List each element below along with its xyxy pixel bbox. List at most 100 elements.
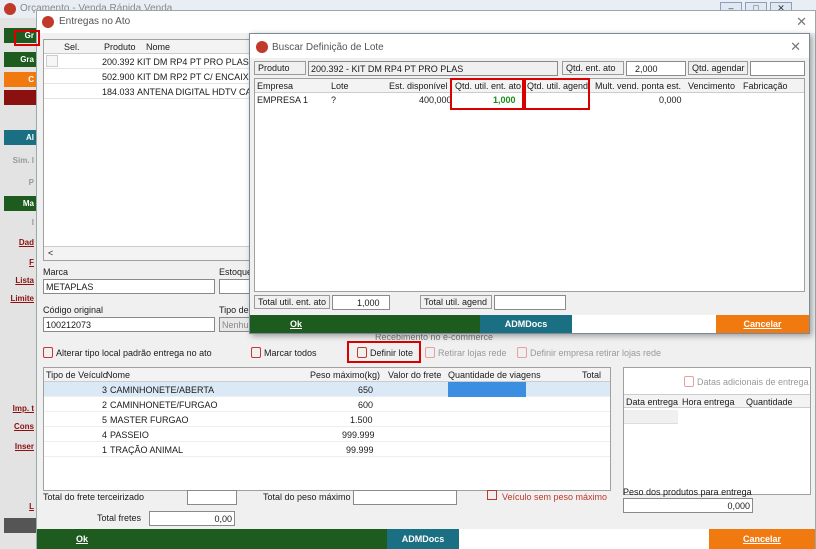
- sidebar-button-al[interactable]: Al: [4, 130, 36, 145]
- product-name: KIT DM RP2 PT C/ ENCAIXE G: [137, 72, 265, 82]
- highlight-gra-button: [14, 30, 40, 46]
- qtd-agendar-label: Qtd. agendar: [688, 61, 748, 75]
- tipo-field[interactable]: Nenhum: [219, 317, 253, 332]
- sidebar-text-sim[interactable]: Sim. I: [0, 156, 36, 165]
- total-agend-label: Total util. agend: [420, 295, 492, 309]
- estoque-field[interactable]: [219, 279, 253, 294]
- column-header-data[interactable]: Data entrega: [626, 397, 678, 407]
- row-checkbox[interactable]: [46, 55, 58, 67]
- sidebar-link-inser[interactable]: Inser: [0, 442, 36, 451]
- table-row[interactable]: 2 CAMINHONETE/FURGAO 600: [44, 397, 610, 412]
- marcar-todos-label: Marcar todos: [264, 348, 317, 358]
- vehicle-peso: 99.999: [346, 445, 374, 455]
- sidebar-button-red[interactable]: [4, 90, 36, 105]
- cancel-button[interactable]: Cancelar: [709, 529, 815, 549]
- sidebar-link-f[interactable]: F: [0, 258, 36, 267]
- vehicle-code: 4: [102, 430, 108, 440]
- column-header-mult[interactable]: Mult. vend. ponta est.: [595, 81, 681, 91]
- column-header-valor[interactable]: Valor do frete: [388, 370, 441, 380]
- peso-produtos-field[interactable]: 0,000: [623, 498, 753, 513]
- app-logo-icon: [256, 41, 268, 53]
- sidebar-link-imp[interactable]: Imp. t: [0, 404, 36, 413]
- column-header-fabricacao[interactable]: Fabricação: [743, 81, 788, 91]
- total-peso-max-field[interactable]: [353, 490, 457, 505]
- column-header-viagens[interactable]: Quantidade de viagens: [448, 370, 541, 380]
- column-header-hora[interactable]: Hora entrega: [682, 397, 735, 407]
- alterar-tipo-label: Alterar tipo local padrão entrega no ato: [56, 348, 212, 358]
- column-header-tipo[interactable]: Tipo de Veículo: [46, 370, 108, 380]
- vehicle-name: MASTER FURGAO: [110, 415, 189, 425]
- table-row[interactable]: 4 PASSEIO 999.999: [44, 427, 610, 442]
- table-row[interactable]: 502.900 KIT DM RP2 PT C/ ENCAIXE G: [44, 69, 264, 84]
- sidebar-text-i[interactable]: I: [0, 218, 36, 227]
- definir-empresa-button[interactable]: Definir empresa retirar lojas rede: [517, 347, 661, 358]
- close-icon[interactable]: ✕: [796, 14, 807, 30]
- qtd-ato-field: 2,000: [626, 61, 686, 76]
- retirar-lojas-label: Retirar lojas rede: [438, 348, 507, 358]
- cancel-button[interactable]: Cancelar: [716, 315, 809, 333]
- buscar-lote-dialog: Buscar Definição de Lote ✕ Produto 200.3…: [249, 33, 810, 334]
- alterar-tipo-button[interactable]: Alterar tipo local padrão entrega no ato: [43, 347, 212, 358]
- column-header-total[interactable]: Total: [582, 370, 601, 380]
- sidebar-link-dad[interactable]: Dad: [0, 238, 36, 247]
- datas-adicionais-button[interactable]: Datas adicionais de entrega: [684, 376, 809, 387]
- column-header-lote[interactable]: Lote: [331, 81, 349, 91]
- column-header-nome[interactable]: Nome: [146, 42, 170, 52]
- product-name: KIT DM RP4 PT PRO PLAS: [137, 57, 249, 67]
- veiculo-sem-peso-checkbox[interactable]: [487, 490, 497, 500]
- estoque-label: Estoque: [219, 267, 253, 277]
- admdocs-button[interactable]: ADMDocs: [480, 315, 572, 333]
- total-peso-max-label: Total do peso máximo: [263, 492, 351, 502]
- horizontal-scrollbar[interactable]: <: [44, 246, 250, 260]
- column-header-vencimento[interactable]: Vencimento: [688, 81, 735, 91]
- table-row[interactable]: 3 CAMINHONETE/ABERTA 650: [44, 382, 610, 397]
- column-header-empresa[interactable]: Empresa: [257, 81, 293, 91]
- sidebar-text-p[interactable]: P: [0, 178, 36, 187]
- edit-icon: [517, 347, 527, 358]
- close-icon[interactable]: ✕: [790, 39, 801, 55]
- sidebar-button-c[interactable]: C: [4, 72, 36, 87]
- button-bar-fill: [127, 529, 387, 549]
- veiculo-sem-peso-label: Veículo sem peso máximo: [502, 492, 608, 502]
- column-header-sel[interactable]: Sel.: [64, 42, 80, 52]
- retirar-lojas-button[interactable]: Retirar lojas rede: [425, 347, 507, 358]
- total-frete-terc-field[interactable]: [187, 490, 237, 505]
- est-cell: 400,000: [419, 95, 452, 105]
- column-header-produto[interactable]: Produto: [104, 42, 136, 52]
- ok-button[interactable]: Ok: [37, 529, 127, 549]
- codigo-original-field[interactable]: 100212073: [43, 317, 215, 332]
- column-header-peso[interactable]: Peso máximo(kg): [310, 370, 380, 380]
- sidebar-button-dark[interactable]: [4, 518, 36, 533]
- sidebar-link-l[interactable]: L: [0, 502, 36, 511]
- vehicle-code: 3: [102, 385, 108, 395]
- marca-field[interactable]: METAPLAS: [43, 279, 215, 294]
- definir-empresa-label: Definir empresa retirar lojas rede: [530, 348, 662, 358]
- table-row[interactable]: 1 TRAÇÃO ANIMAL 99.999: [44, 442, 610, 457]
- column-header-nome[interactable]: Nome: [106, 370, 130, 380]
- vehicle-peso: 999.999: [342, 430, 375, 440]
- vehicle-code: 2: [102, 400, 108, 410]
- ok-button[interactable]: Ok: [250, 315, 342, 333]
- scroll-left-icon[interactable]: <: [48, 248, 53, 258]
- column-header-est[interactable]: Est. disponível: [389, 81, 448, 91]
- sidebar-link-cons[interactable]: Cons: [0, 422, 36, 431]
- total-ato-field: 1,000: [332, 295, 390, 310]
- table-row[interactable]: 184.033 ANTENA DIGITAL HDTV CABO: [44, 84, 265, 99]
- admdocs-button[interactable]: ADMDocs: [387, 529, 459, 549]
- sidebar-button-ma[interactable]: Ma: [4, 196, 36, 211]
- codigo-original-label: Código original: [43, 305, 104, 315]
- vehicle-name: CAMINHONETE/FURGAO: [110, 400, 218, 410]
- column-header-quantidade[interactable]: Quantidade: [746, 397, 793, 407]
- total-frete-terc-label: Total do frete terceirizado: [43, 492, 145, 502]
- marcar-todos-button[interactable]: Marcar todos: [251, 347, 317, 358]
- viagens-input-selected[interactable]: [448, 382, 526, 397]
- table-row[interactable]: 5 MASTER FURGAO 1.500: [44, 412, 610, 427]
- highlight-qtd-ato-column: [450, 78, 524, 110]
- sidebar-button-gra[interactable]: Gra: [4, 52, 36, 67]
- sidebar-link-lista[interactable]: Lista: [0, 276, 36, 285]
- vehicle-peso: 600: [358, 400, 374, 410]
- table-row[interactable]: 200.392 KIT DM RP4 PT PRO PLAS: [44, 54, 250, 69]
- datas-empty-row[interactable]: [624, 410, 678, 424]
- sidebar-link-limite[interactable]: Limite: [0, 294, 36, 303]
- total-fretes-field[interactable]: 0,00: [149, 511, 235, 526]
